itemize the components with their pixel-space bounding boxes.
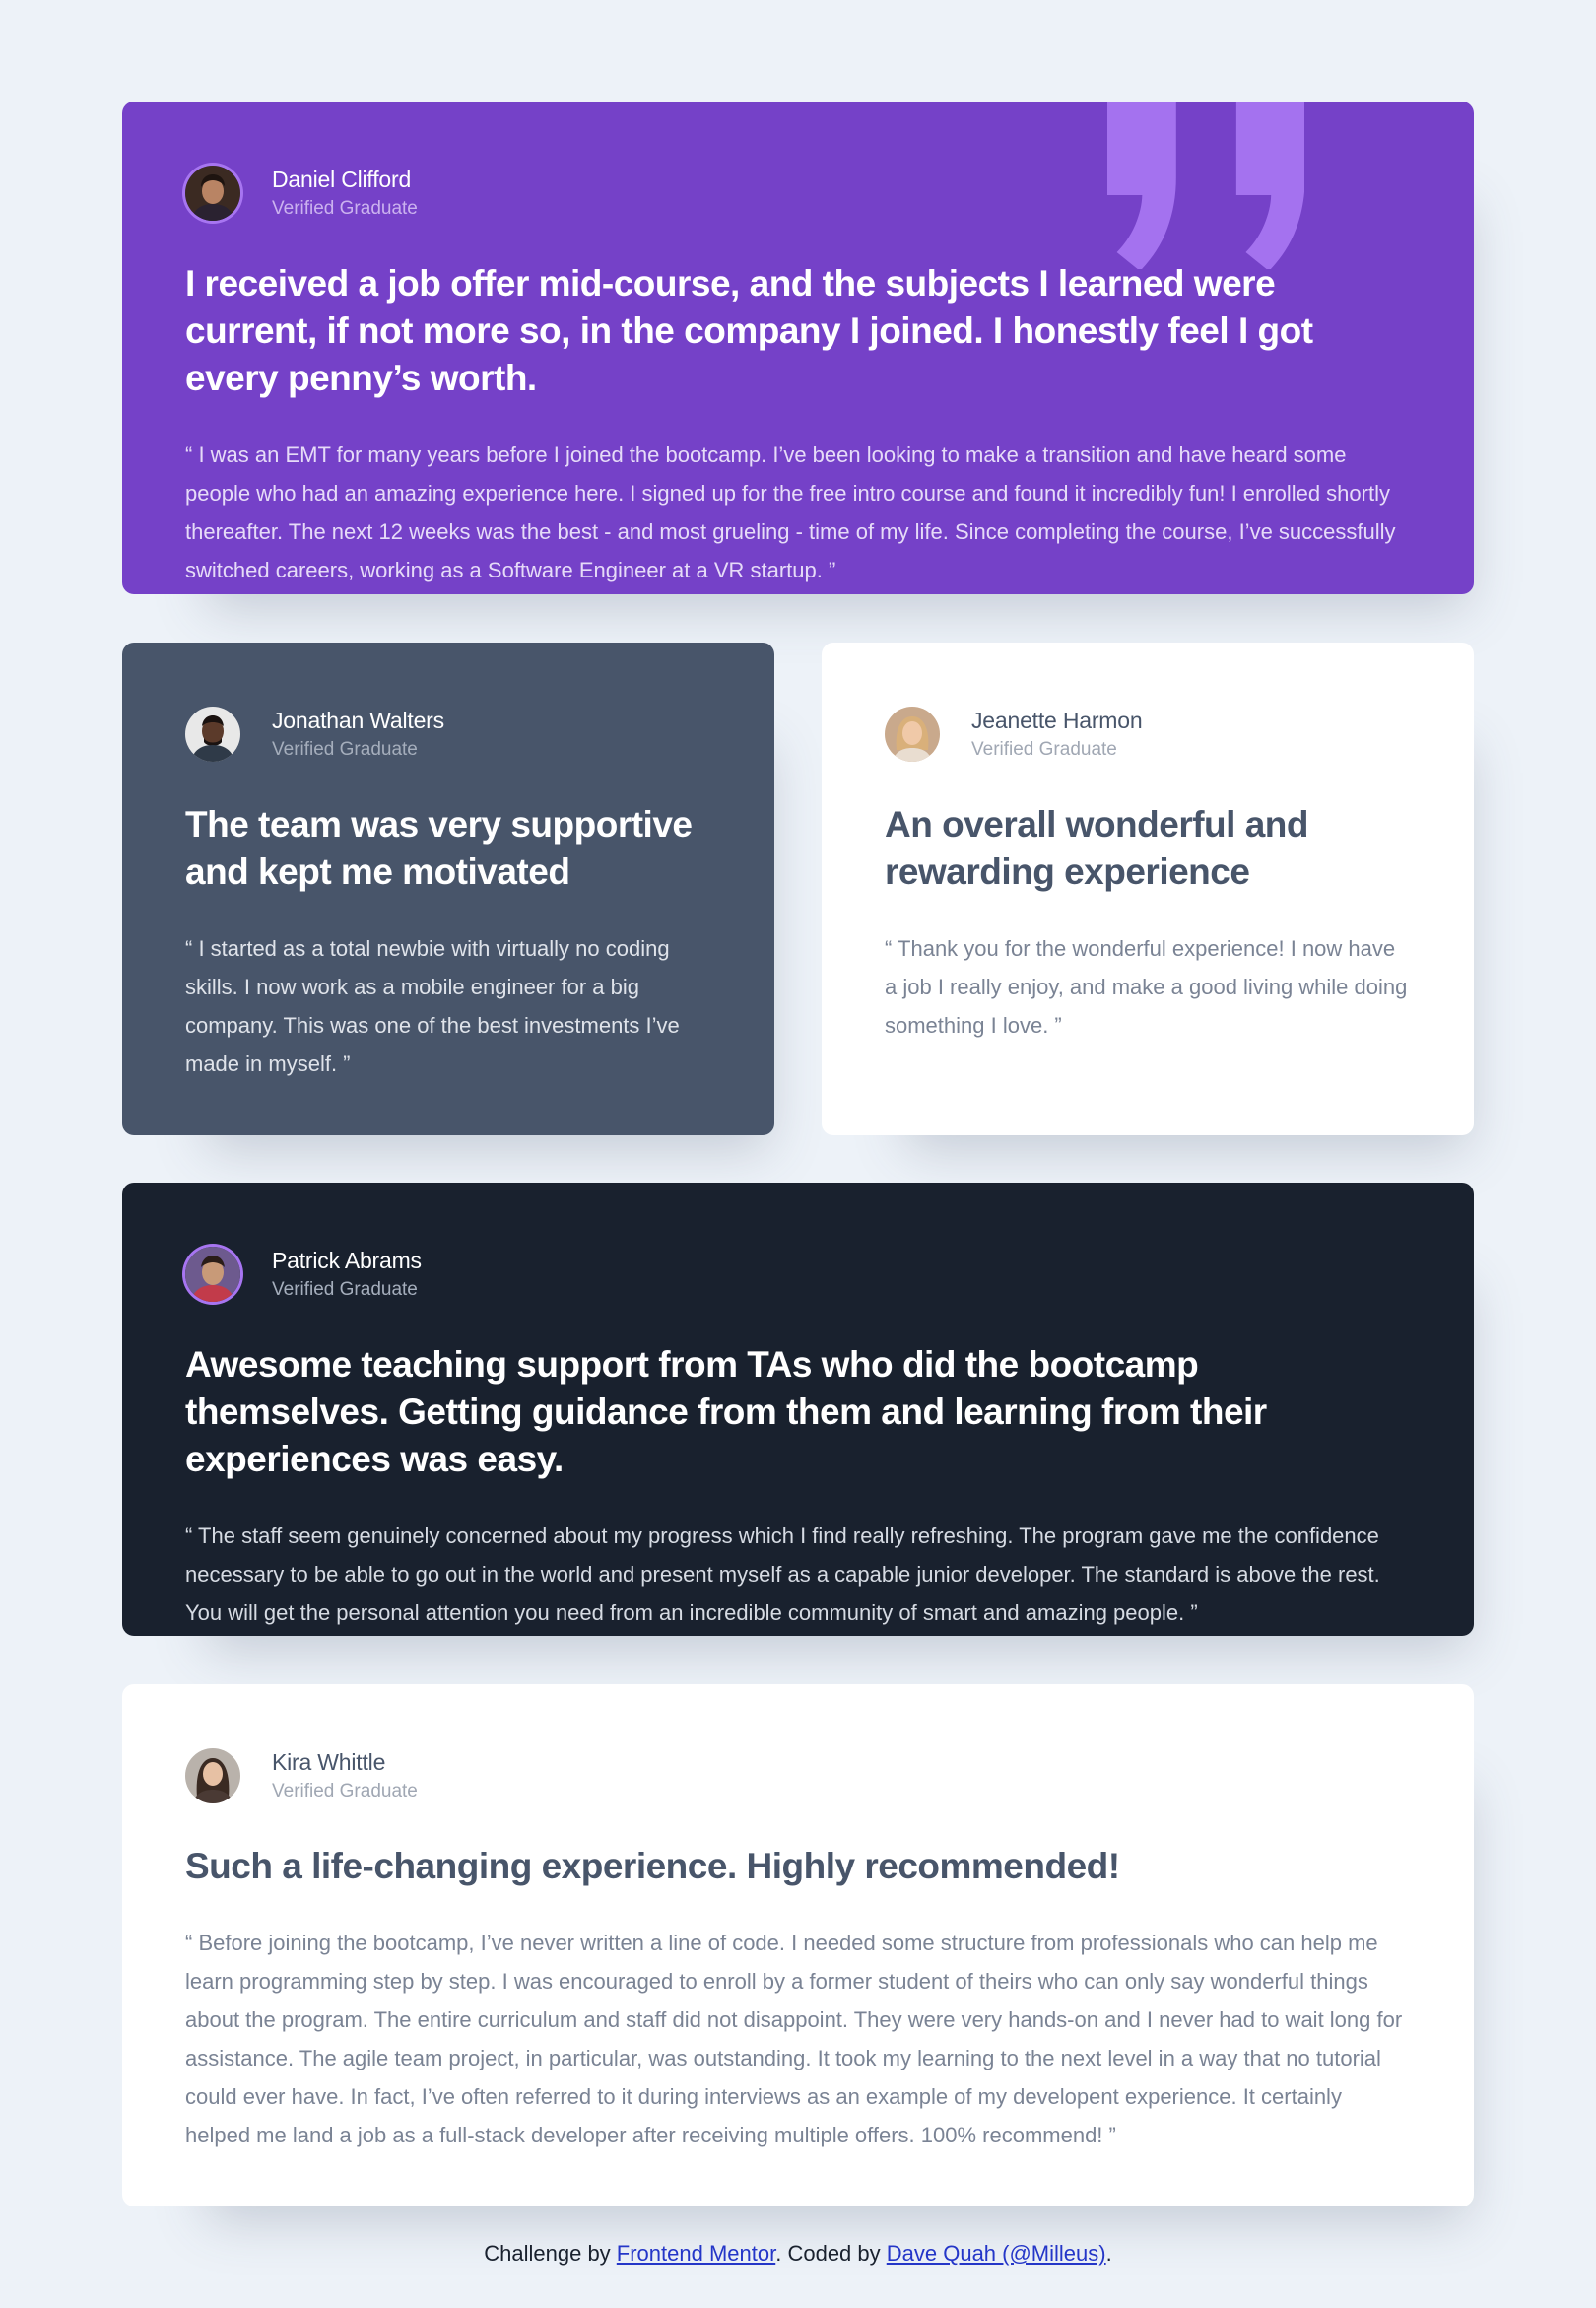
testimonial-card-kira: Kira Whittle Verified Graduate Such a li… <box>122 1684 1474 2206</box>
author-header: Daniel Clifford Verified Graduate <box>185 165 1411 221</box>
author-header: Patrick Abrams Verified Graduate <box>185 1246 1411 1302</box>
author-role: Verified Graduate <box>272 1781 418 1801</box>
testimonial-quote: “ Before joining the bootcamp, I’ve neve… <box>185 1931 1403 2147</box>
testimonial-headline: The team was very supportive and kept me… <box>185 804 693 892</box>
author-role: Verified Graduate <box>272 1279 418 1300</box>
testimonial-quote: “ I was an EMT for many years before I j… <box>185 442 1396 582</box>
author-name: Patrick Abrams <box>272 1248 422 1273</box>
footer-prefix: Challenge by <box>484 2241 617 2266</box>
footer-suffix: . <box>1105 2241 1112 2266</box>
author-header: Jeanette Harmon Verified Graduate <box>885 706 1411 762</box>
attribution-footer: Challenge by Frontend Mentor. Coded by D… <box>0 2241 1596 2267</box>
avatar <box>185 1246 240 1302</box>
testimonial-headline: Awesome teaching support from TAs who di… <box>185 1344 1267 1479</box>
avatar <box>185 165 240 221</box>
testimonial-quote: “ I started as a total newbie with virtu… <box>185 936 680 1076</box>
frontend-mentor-link[interactable]: Frontend Mentor <box>617 2241 775 2266</box>
author-header: Kira Whittle Verified Graduate <box>185 1747 1411 1803</box>
testimonial-headline: Such a life-changing experience. Highly … <box>185 1846 1120 1886</box>
author-link[interactable]: Dave Quah (@Milleus) <box>887 2241 1106 2266</box>
testimonial-quote: “ Thank you for the wonderful experience… <box>885 936 1408 1038</box>
testimonial-card-jonathan: Jonathan Walters Verified Graduate The t… <box>122 643 774 1135</box>
footer-middle: . Coded by <box>775 2241 887 2266</box>
author-role: Verified Graduate <box>971 739 1117 760</box>
avatar <box>185 706 240 762</box>
avatar <box>885 706 940 762</box>
testimonial-headline: I received a job offer mid-course, and t… <box>185 263 1313 398</box>
author-name: Daniel Clifford <box>272 167 412 192</box>
testimonial-card-daniel: Daniel Clifford Verified Graduate I rece… <box>122 102 1474 594</box>
testimonial-headline: An overall wonderful and rewarding exper… <box>885 804 1309 892</box>
author-role: Verified Graduate <box>272 198 418 219</box>
testimonial-quote: “ The staff seem genuinely concerned abo… <box>185 1524 1380 1625</box>
author-name: Jonathan Walters <box>272 708 444 733</box>
avatar <box>185 1747 240 1803</box>
author-role: Verified Graduate <box>272 739 418 760</box>
testimonial-card-patrick: Patrick Abrams Verified Graduate Awesome… <box>122 1183 1474 1636</box>
author-header: Jonathan Walters Verified Graduate <box>185 706 711 762</box>
author-name: Kira Whittle <box>272 1749 386 1775</box>
author-name: Jeanette Harmon <box>971 708 1143 733</box>
testimonial-card-jeanette: Jeanette Harmon Verified Graduate An ove… <box>822 643 1474 1135</box>
